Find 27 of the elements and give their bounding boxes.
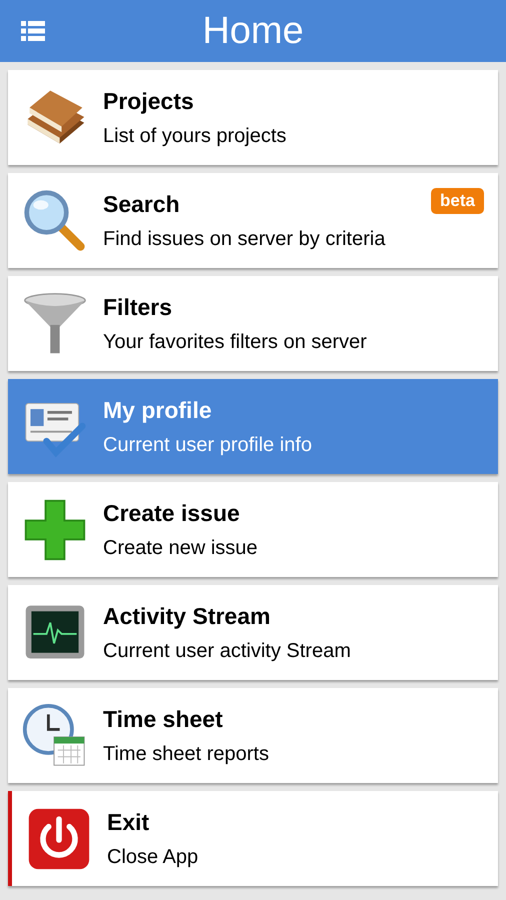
item-subtitle: Find issues on server by criteria <box>103 228 386 250</box>
item-title: Create issue <box>103 500 241 526</box>
item-title: Activity Stream <box>103 602 272 630</box>
beta-badge: beta <box>431 188 484 214</box>
menu-item[interactable]: Create issue Create new issue <box>8 482 498 577</box>
item-subtitle: Create new issue <box>103 536 258 560</box>
item-title: Exit <box>107 808 150 836</box>
item-subtitle: Your favorites filters on server <box>103 330 367 354</box>
screen-title: Home <box>202 10 304 52</box>
item-subtitle: List of yours projects <box>103 124 286 148</box>
menu-item[interactable]: Exit Close App <box>8 791 498 886</box>
item-subtitle: Close App <box>107 846 198 868</box>
item-title: Filters <box>103 294 174 320</box>
item-title: Time sheet <box>103 706 224 732</box>
menu-item[interactable]: My profile Current user profile info <box>8 379 498 474</box>
menu-icon[interactable] <box>21 21 45 41</box>
menu-item[interactable]: Projects List of yours projects <box>8 70 498 165</box>
menu-item[interactable]: Activity Stream Current user activity Stream <box>8 585 498 680</box>
menu-item[interactable]: Search Find issues on server by criteria beta <box>8 173 498 268</box>
item-subtitle: Current user activity Stream <box>103 640 351 662</box>
menu-item[interactable]: Time sheet Time sheet reports <box>8 688 498 783</box>
item-title: Search <box>103 190 181 218</box>
item-title: My profile <box>103 396 213 424</box>
item-subtitle: Time sheet reports <box>103 742 269 766</box>
item-title: Projects <box>103 88 195 114</box>
item-subtitle: Current user profile info <box>103 434 312 456</box>
menu-item[interactable]: Filters Your favorites filters on server <box>8 276 498 371</box>
